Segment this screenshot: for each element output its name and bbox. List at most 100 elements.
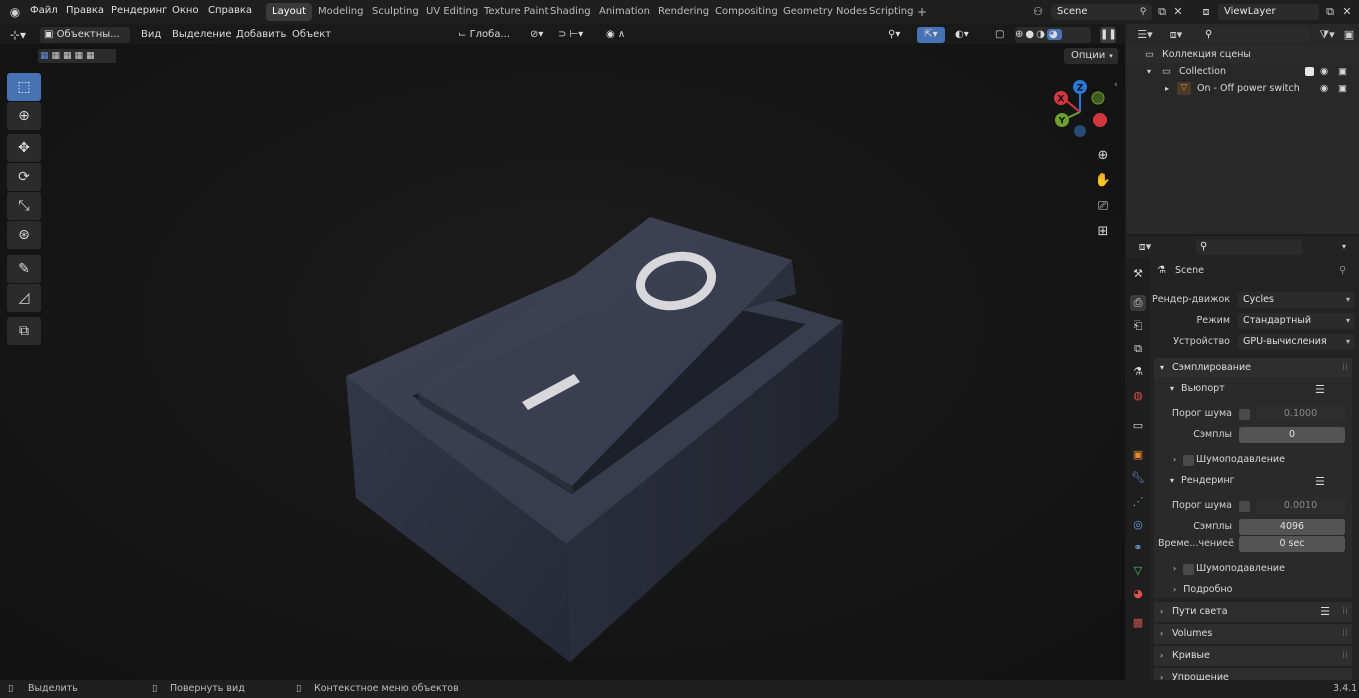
- rendered-shading-icon[interactable]: ◕: [1046, 29, 1062, 40]
- properties-search[interactable]: ⚲: [1196, 239, 1302, 255]
- advanced-subpanel-header[interactable]: › Подробно: [1173, 584, 1232, 595]
- output-tab-icon[interactable]: ⎗: [1130, 318, 1146, 334]
- viewport-noise-threshold-field[interactable]: 0.1000: [1256, 406, 1345, 422]
- time-limit-field[interactable]: 0 sec: [1239, 536, 1345, 552]
- selection-mode-buttons[interactable]: ▦▦▦▦▦: [38, 49, 116, 63]
- curves-panel-header[interactable]: › Кривые ⁞⁞: [1154, 646, 1352, 666]
- data-tab-icon[interactable]: ▽: [1130, 563, 1146, 579]
- zoom-icon[interactable]: ⊕: [1093, 146, 1113, 166]
- expand-arrow-icon[interactable]: ▸: [1165, 80, 1169, 97]
- presets-list-icon[interactable]: ☰: [1320, 602, 1330, 622]
- eye-icon[interactable]: ◉: [1320, 80, 1328, 97]
- render-denoise-checkbox[interactable]: [1183, 564, 1194, 575]
- tab-shading[interactable]: Shading: [544, 3, 597, 21]
- visibility-icon[interactable]: ⚲▾: [888, 27, 912, 43]
- eye-icon[interactable]: ◉: [1320, 63, 1328, 80]
- menu-render[interactable]: Рендеринг: [111, 5, 167, 16]
- annotate-tool[interactable]: ✎: [7, 255, 41, 283]
- physics-tab-icon[interactable]: ◎: [1130, 517, 1146, 533]
- material-tab-icon[interactable]: ◕: [1130, 586, 1146, 602]
- menu-file[interactable]: Файл: [30, 5, 58, 16]
- select-box-tool[interactable]: ⬚: [7, 73, 41, 101]
- tool-tab-icon[interactable]: ⚒: [1130, 266, 1146, 282]
- scene-tab-icon[interactable]: ⚗: [1130, 364, 1146, 380]
- drag-handle-icon[interactable]: ⁞⁞: [1342, 358, 1348, 378]
- viewport-samples-field[interactable]: 0: [1239, 427, 1345, 443]
- object-menu[interactable]: Объект: [292, 27, 331, 43]
- outliner-object[interactable]: ▸ ▽ On - Off power switch ◉ ▣: [1127, 80, 1357, 97]
- drag-handle-icon[interactable]: ⁞⁞: [1342, 646, 1348, 666]
- collection-tab-icon[interactable]: ▭: [1130, 418, 1146, 434]
- move-tool[interactable]: ✥: [7, 134, 41, 162]
- menu-window[interactable]: Окно: [172, 5, 199, 16]
- add-cube-tool[interactable]: ⧉: [7, 317, 41, 345]
- transform-orientation-dropdown[interactable]: ⌙ Глоба...: [458, 27, 524, 43]
- chevron-down-icon[interactable]: ▾: [1336, 239, 1352, 255]
- tab-modeling[interactable]: Modeling: [312, 3, 370, 21]
- options-dropdown[interactable]: Опции ▾: [1064, 48, 1118, 64]
- delete-view-layer-icon[interactable]: ✕: [1340, 4, 1354, 20]
- new-scene-icon[interactable]: ⧉: [1154, 4, 1170, 20]
- sampling-panel-header[interactable]: ▾ Сэмплирование ⁞⁞: [1154, 358, 1352, 378]
- measure-tool[interactable]: ◿: [7, 284, 41, 312]
- tab-layout[interactable]: Layout: [266, 3, 312, 21]
- transform-tool[interactable]: ⊛: [7, 221, 41, 249]
- world-tab-icon[interactable]: ◍: [1130, 388, 1146, 404]
- display-mode-icon[interactable]: ⧈▾: [1164, 27, 1188, 43]
- ortho-grid-icon[interactable]: ⊞: [1093, 222, 1113, 242]
- overlays-icon[interactable]: ◐▾: [955, 27, 979, 43]
- tab-geometry-nodes[interactable]: Geometry Nodes: [777, 3, 873, 21]
- tab-uv-editing[interactable]: UV Editing: [420, 3, 484, 21]
- camera-icon[interactable]: ⎚: [1093, 197, 1113, 217]
- pivot-point-icon[interactable]: ⊘▾: [530, 27, 554, 43]
- view-layer-field[interactable]: ViewLayer: [1218, 4, 1319, 20]
- camera-render-icon[interactable]: ▣: [1338, 80, 1347, 97]
- device-dropdown[interactable]: GPU-вычисления ▾: [1238, 334, 1354, 350]
- rotate-tool[interactable]: ⟳: [7, 163, 41, 191]
- gizmo-toggle-icon[interactable]: ⇱▾: [917, 27, 945, 43]
- editor-type-icon[interactable]: ⊹▾: [10, 27, 32, 43]
- filter-icon[interactable]: ⧩▾: [1316, 27, 1338, 43]
- presets-list-icon[interactable]: ☰: [1315, 475, 1325, 488]
- scene-browse-icon[interactable]: ⚇: [1027, 4, 1049, 20]
- add-menu[interactable]: Добавить: [236, 27, 286, 43]
- render-subpanel-header[interactable]: ▾ Рендеринг: [1170, 475, 1235, 486]
- view-layer-tab-icon[interactable]: ⧉: [1130, 341, 1146, 357]
- proportional-edit-icon[interactable]: ◉ ∧: [606, 27, 646, 43]
- menu-edit[interactable]: Правка: [66, 5, 104, 16]
- 3d-viewport[interactable]: O I: [0, 24, 1125, 680]
- cursor-tool[interactable]: ⊕: [7, 102, 41, 130]
- new-view-layer-icon[interactable]: ⧉: [1322, 4, 1338, 20]
- view-layer-browse-icon[interactable]: ⧈: [1195, 4, 1217, 20]
- object-tab-icon[interactable]: ▣: [1130, 447, 1146, 463]
- exclude-checkbox[interactable]: [1305, 67, 1314, 76]
- volumes-panel-header[interactable]: › Volumes ⁞⁞: [1154, 624, 1352, 644]
- render-noise-threshold-checkbox[interactable]: [1239, 501, 1250, 512]
- viewport-subpanel-header[interactable]: ▾ Вьюпорт: [1170, 383, 1225, 394]
- outliner-collection[interactable]: ▾ ▭ Collection ◉ ▣: [1127, 63, 1357, 80]
- navigation-gizmo[interactable]: Z Y X: [1048, 76, 1114, 142]
- texture-tab-icon[interactable]: ▩: [1130, 615, 1146, 631]
- pin-icon[interactable]: ⚲: [1339, 265, 1346, 276]
- blender-logo-icon[interactable]: ◉: [7, 4, 23, 20]
- tab-animation[interactable]: Animation: [593, 3, 656, 21]
- add-workspace-button[interactable]: +: [911, 3, 933, 21]
- tab-compositing[interactable]: Compositing: [709, 3, 784, 21]
- render-noise-threshold-field[interactable]: 0.0010: [1256, 498, 1345, 514]
- render-tab-icon[interactable]: ⎙: [1130, 295, 1146, 311]
- viewport-noise-threshold-checkbox[interactable]: [1239, 409, 1250, 420]
- expand-arrow-icon[interactable]: ▾: [1147, 63, 1151, 80]
- render-samples-field[interactable]: 4096: [1239, 519, 1345, 535]
- view-menu[interactable]: Вид: [141, 27, 161, 43]
- collapse-sidebar-icon[interactable]: ‹: [1114, 80, 1118, 90]
- shading-mode-buttons[interactable]: ⊕●◑ ◕: [1015, 27, 1091, 43]
- light-paths-panel-header[interactable]: › Пути света ☰ ⁞⁞: [1154, 602, 1352, 622]
- new-collection-icon[interactable]: ▣: [1341, 27, 1357, 43]
- outliner-search[interactable]: ⚲: [1201, 27, 1309, 43]
- viewport-denoise-header[interactable]: ›: [1173, 454, 1176, 465]
- modifier-tab-icon[interactable]: 🔧︎: [1130, 470, 1146, 486]
- render-engine-dropdown[interactable]: Cycles ▾: [1238, 292, 1354, 308]
- pin-icon[interactable]: ⚲: [1136, 4, 1150, 20]
- simplify-panel-header[interactable]: › Упрощение: [1154, 668, 1352, 680]
- tab-rendering[interactable]: Rendering: [652, 3, 715, 21]
